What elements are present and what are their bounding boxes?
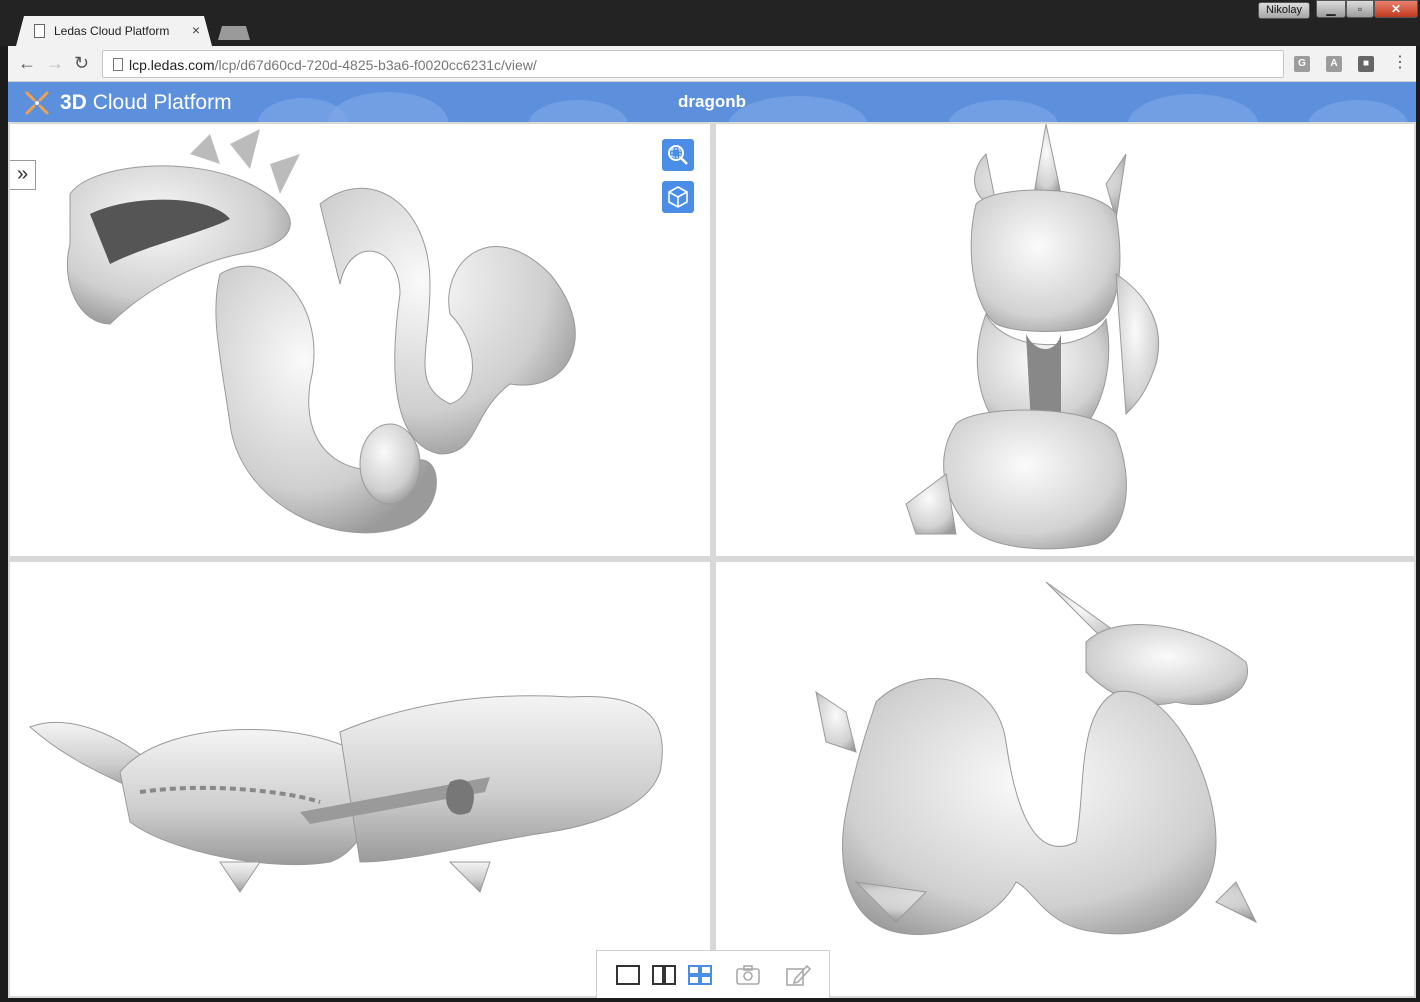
panel-toggle-button[interactable]: »	[10, 160, 36, 190]
viewport-grid: »	[8, 122, 1416, 998]
url-text: lcp.ledas.com/lcp/d67d60cd-720d-4825-b3a…	[129, 57, 537, 73]
address-bar[interactable]: lcp.ledas.com/lcp/d67d60cd-720d-4825-b3a…	[102, 50, 1284, 78]
page-icon	[34, 24, 45, 38]
viewport-side[interactable]	[716, 562, 1414, 996]
extension-pdf-icon[interactable]: A	[1326, 56, 1342, 72]
document-title: dragonb	[678, 92, 746, 111]
browser-toolbar: ← → ↻ lcp.ledas.com/lcp/d67d60cd-720d-48…	[8, 46, 1416, 82]
markup-icon[interactable]	[785, 963, 812, 987]
zoom-fit-icon[interactable]	[662, 139, 694, 171]
single-view-icon[interactable]	[615, 963, 641, 987]
reload-icon[interactable]: ↻	[74, 53, 89, 73]
viewport-top[interactable]	[10, 562, 710, 996]
dragon-model[interactable]	[716, 562, 1414, 996]
browser-titlebar: Ledas Cloud Platform × Nikolay ▁ ▫ ✕	[0, 0, 1420, 46]
snapshot-icon[interactable]	[735, 963, 761, 987]
cube-view-icon[interactable]	[662, 181, 694, 213]
viewport-perspective[interactable]: »	[10, 124, 710, 556]
layout-toolbar	[596, 950, 830, 998]
browser-menu-icon[interactable]: ⋮	[1392, 54, 1408, 72]
tab-close-icon[interactable]: ×	[192, 22, 200, 38]
extension-notes-icon[interactable]: ■	[1358, 56, 1374, 72]
back-icon[interactable]: ←	[18, 53, 36, 73]
browser-tab[interactable]: Ledas Cloud Platform ×	[16, 16, 212, 46]
app-header: 3D Cloud Platform dragonb	[8, 82, 1416, 122]
tab-title: Ledas Cloud Platform	[54, 24, 170, 38]
page-info-icon[interactable]	[113, 58, 123, 71]
new-tab-button[interactable]	[218, 26, 250, 40]
viewport-front[interactable]	[716, 124, 1414, 556]
two-views-icon[interactable]	[651, 963, 677, 987]
dragon-model[interactable]	[716, 124, 1414, 556]
maximize-button[interactable]: ▫	[1346, 0, 1374, 18]
profile-button[interactable]: Nikolay	[1258, 2, 1310, 19]
forward-icon[interactable]: →	[46, 53, 64, 73]
dragon-model[interactable]	[10, 124, 710, 556]
extension-g-icon[interactable]: G	[1294, 56, 1310, 72]
minimize-button[interactable]: ▁	[1316, 0, 1346, 18]
close-window-button[interactable]: ✕	[1374, 0, 1418, 18]
dragon-model[interactable]	[10, 562, 710, 996]
four-views-icon[interactable]	[687, 963, 713, 987]
